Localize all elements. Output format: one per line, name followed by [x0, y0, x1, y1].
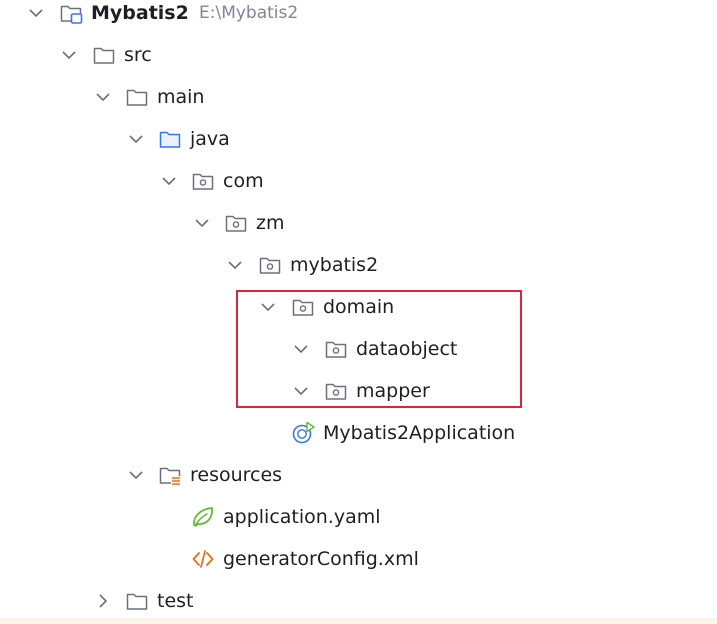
folder-icon: [93, 47, 115, 64]
tree-label-application-yaml: application.yaml: [223, 506, 381, 528]
highlight-annotation-box: [236, 290, 522, 408]
chevron-down-icon[interactable]: [192, 213, 212, 233]
tree-row-app-class[interactable]: Mybatis2Application: [0, 412, 717, 454]
folder-icon: [126, 89, 148, 106]
tree-label-src: src: [124, 44, 152, 66]
tree-row-application-yaml[interactable]: application.yaml: [0, 496, 717, 538]
chevron-right-icon[interactable]: [93, 591, 113, 611]
tree-row-main[interactable]: main: [0, 76, 717, 118]
tree-row-mybatis2[interactable]: mybatis2: [0, 244, 717, 286]
tree-label-zm: zm: [256, 212, 285, 234]
package-icon: [225, 215, 247, 232]
chevron-down-icon[interactable]: [26, 3, 46, 23]
tree-row-com[interactable]: com: [0, 160, 717, 202]
tree-label-resources: resources: [190, 464, 283, 486]
xml-file-icon: [192, 550, 214, 568]
project-name: Mybatis2: [91, 2, 189, 24]
tree-row-zm[interactable]: zm: [0, 202, 717, 244]
chevron-down-icon[interactable]: [126, 129, 146, 149]
chevron-down-icon[interactable]: [126, 465, 146, 485]
package-icon: [192, 173, 214, 190]
chevron-down-icon[interactable]: [225, 255, 245, 275]
tree-label-java: java: [190, 128, 230, 150]
tree-label-app-class: Mybatis2Application: [323, 422, 516, 444]
spring-yaml-icon: [193, 507, 213, 527]
bottom-status-strip: [0, 618, 717, 624]
project-path: E:\Mybatis2: [199, 3, 299, 23]
tree-label-generator-config: generatorConfig.xml: [223, 548, 419, 570]
tree-row-project[interactable]: Mybatis2 E:\Mybatis2: [0, 0, 717, 34]
tree-row-java[interactable]: java: [0, 118, 717, 160]
tree-label-mybatis2: mybatis2: [290, 254, 379, 276]
project-folder-icon: [60, 5, 83, 24]
chevron-down-icon[interactable]: [59, 45, 79, 65]
spring-boot-class-icon: [292, 421, 315, 444]
resources-folder-icon: [159, 467, 181, 486]
tree-row-src[interactable]: src: [0, 34, 717, 76]
chevron-down-icon[interactable]: [159, 171, 179, 191]
tree-row-test[interactable]: test: [0, 580, 717, 622]
package-icon: [259, 257, 281, 274]
folder-icon: [126, 593, 148, 610]
tree-label-com: com: [223, 170, 264, 192]
tree-row-resources[interactable]: resources: [0, 454, 717, 496]
project-tree: Mybatis2 E:\Mybatis2 src main java com z…: [0, 0, 717, 624]
tree-label-test: test: [157, 590, 194, 612]
tree-label-main: main: [157, 86, 205, 108]
tree-row-generator-config[interactable]: generatorConfig.xml: [0, 538, 717, 580]
source-folder-icon: [159, 131, 181, 148]
chevron-down-icon[interactable]: [93, 87, 113, 107]
